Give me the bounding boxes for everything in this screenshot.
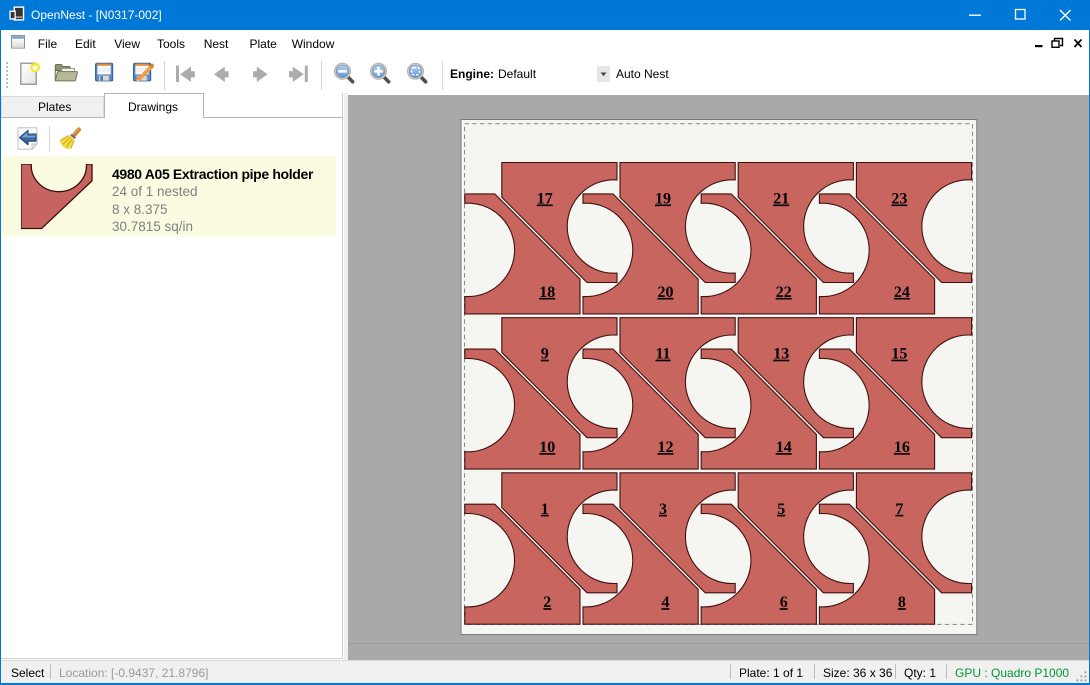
svg-text:7: 7 [895, 501, 903, 518]
svg-text:11: 11 [655, 346, 670, 363]
svg-text:4: 4 [662, 594, 670, 611]
svg-text:16: 16 [894, 439, 910, 456]
svg-text:1: 1 [541, 501, 549, 518]
svg-text:8: 8 [898, 594, 906, 611]
svg-text:21: 21 [773, 191, 789, 208]
svg-text:10: 10 [539, 439, 555, 456]
svg-text:18: 18 [539, 284, 555, 301]
svg-text:13: 13 [773, 346, 789, 363]
svg-text:3: 3 [659, 501, 667, 518]
svg-text:6: 6 [780, 594, 788, 611]
svg-text:17: 17 [537, 191, 553, 208]
svg-text:19: 19 [655, 191, 671, 208]
svg-text:24: 24 [894, 284, 910, 301]
svg-text:5: 5 [777, 501, 785, 518]
svg-text:15: 15 [891, 346, 907, 363]
svg-text:23: 23 [891, 191, 907, 208]
svg-text:9: 9 [541, 346, 549, 363]
svg-text:2: 2 [543, 594, 551, 611]
svg-text:22: 22 [776, 284, 792, 301]
svg-text:14: 14 [776, 439, 792, 456]
svg-text:20: 20 [658, 284, 674, 301]
svg-text:12: 12 [658, 439, 674, 456]
